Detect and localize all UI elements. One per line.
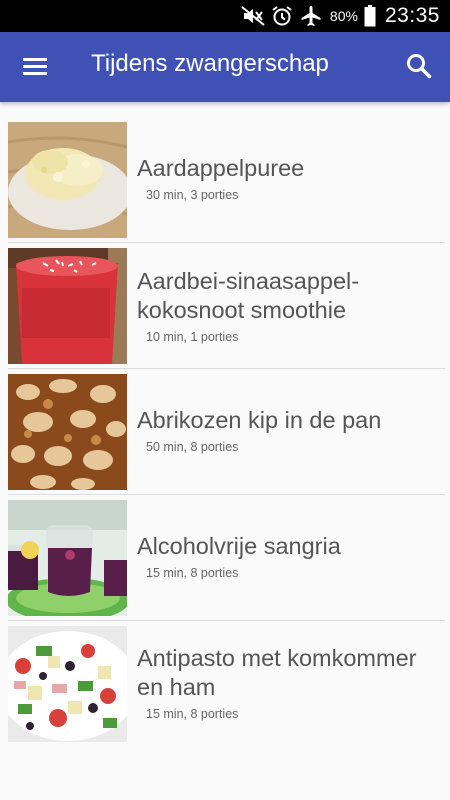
recipe-thumbnail-sangria [8, 500, 127, 616]
battery-percent: 80% [329, 8, 358, 24]
list-item[interactable]: Alcoholvrije sangria 15 min, 8 porties [8, 495, 445, 621]
recipe-thumbnail-antipasto [8, 626, 127, 742]
battery-icon [363, 4, 377, 28]
recipe-title: Alcoholvrije sangria [137, 533, 341, 559]
recipe-title: Abrikozen kip in de pan [137, 407, 382, 433]
search-button[interactable] [404, 51, 436, 83]
recipe-thumbnail-mashed-potatoes [8, 122, 127, 238]
recipe-thumbnail-apricot-chicken [8, 374, 127, 490]
list-item-text: Aardbei-sinaasappel-kokosnoot smoothie 1… [137, 267, 443, 344]
recipe-thumbnail-smoothie [8, 248, 127, 364]
list-item[interactable]: Abrikozen kip in de pan 50 min, 8 portie… [8, 369, 445, 495]
recipe-meta: 30 min, 3 porties [146, 188, 239, 202]
mute-icon [240, 4, 266, 28]
page-title: Tijdens zwangerschap [91, 50, 329, 77]
list-item-text: Alcoholvrije sangria 15 min, 8 porties [137, 532, 443, 580]
list-item-text: Abrikozen kip in de pan 50 min, 8 portie… [137, 406, 443, 454]
recipe-title: Antipasto met komkommer en ham [137, 645, 417, 700]
airplane-mode-icon [298, 4, 324, 28]
list-item-text: Antipasto met komkommer en ham 15 min, 8… [137, 644, 443, 721]
clock: 23:35 [384, 4, 440, 27]
recipe-meta: 15 min, 8 porties [146, 566, 239, 580]
recipe-meta: 15 min, 8 porties [146, 707, 239, 721]
alarm-icon [269, 4, 295, 28]
app-bar: Tijdens zwangerschap [0, 32, 450, 102]
list-item[interactable]: Aardappelpuree 30 min, 3 porties [8, 117, 445, 243]
recipe-title: Aardbei-sinaasappel-kokosnoot smoothie [137, 268, 360, 323]
search-icon [407, 54, 432, 79]
hamburger-menu-icon [23, 58, 47, 75]
menu-button[interactable] [20, 52, 52, 82]
recipe-meta: 50 min, 8 porties [146, 440, 239, 454]
recipe-meta: 10 min, 1 porties [146, 330, 239, 344]
list-item[interactable]: Antipasto met komkommer en ham 15 min, 8… [8, 621, 445, 747]
list-item[interactable]: Aardbei-sinaasappel-kokosnoot smoothie 1… [8, 243, 445, 369]
list-item-text: Aardappelpuree 30 min, 3 porties [137, 154, 443, 202]
recipe-title: Aardappelpuree [137, 155, 305, 181]
status-bar: 80% 23:35 [0, 0, 450, 32]
